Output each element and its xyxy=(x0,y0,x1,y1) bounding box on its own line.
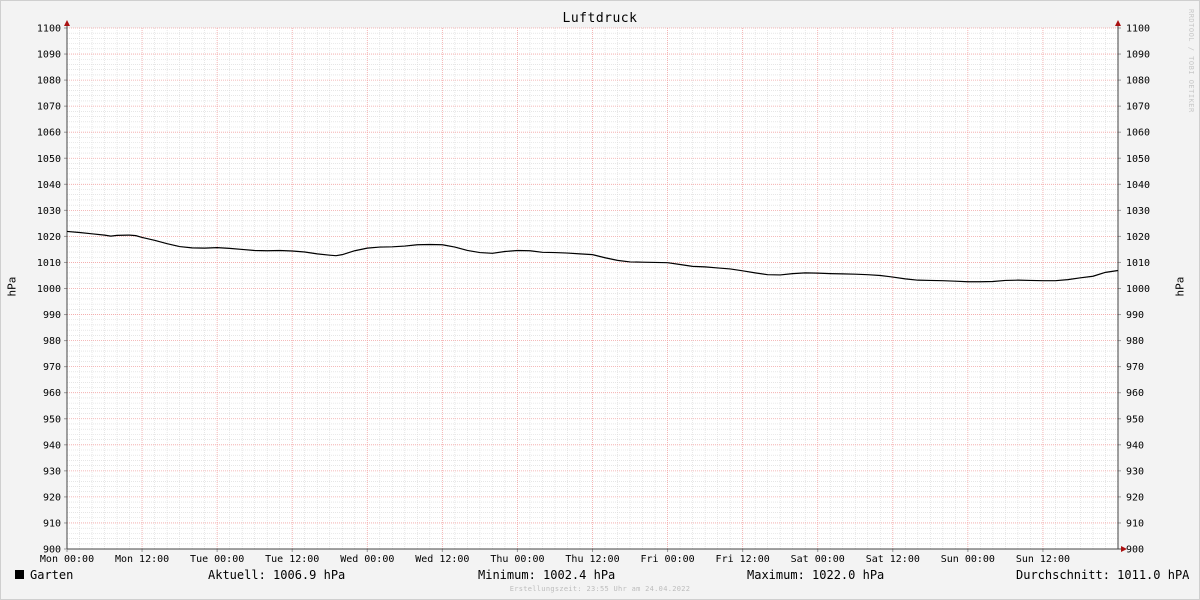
x-tick-label: Sun 12:00 xyxy=(1016,554,1070,565)
y-tick-label: 1000 xyxy=(1126,284,1150,295)
x-tick-label: Sun 00:00 xyxy=(941,554,995,565)
x-tick-label: Tue 12:00 xyxy=(265,554,319,565)
stat-maximum: Maximum: 1022.0 hPa xyxy=(747,568,885,582)
x-tick-label: Fri 12:00 xyxy=(716,554,770,565)
x-tick-labels: Mon 00:00 Mon 12:00 Tue 00:00 Tue 12:00 Wed … xyxy=(40,554,1070,565)
y-tick-label: 930 xyxy=(1126,466,1144,477)
y-tick-label: 1010 xyxy=(37,258,61,269)
chart-title: Luftdruck xyxy=(562,11,638,26)
y-tick-label: 900 xyxy=(1126,545,1144,556)
y-tick-label: 990 xyxy=(1126,310,1144,321)
y-tick-label: 1020 xyxy=(1126,232,1150,243)
y-tick-label: 950 xyxy=(1126,414,1144,425)
y-tick-label: 940 xyxy=(43,440,61,451)
y-tick-label: 1000 xyxy=(37,284,61,295)
x-tick-label: Tue 00:00 xyxy=(190,554,244,565)
x-tick-label: Mon 00:00 xyxy=(40,554,94,565)
y-tick-label: 1030 xyxy=(1126,206,1150,217)
y-tick-label: 1010 xyxy=(1126,258,1150,269)
y-tick-label: 1040 xyxy=(37,180,61,191)
y-tick-label: 960 xyxy=(1126,388,1144,399)
y-tick-label: 960 xyxy=(43,388,61,399)
x-tick-label: Fri 00:00 xyxy=(640,554,694,565)
x-tick-label: Sat 12:00 xyxy=(866,554,920,565)
x-tick-label: Mon 12:00 xyxy=(115,554,169,565)
y-tick-label: 910 xyxy=(43,518,61,529)
y-tick-label: 930 xyxy=(43,466,61,477)
y-tick-label: 980 xyxy=(43,336,61,347)
y-tick-label: 1040 xyxy=(1126,180,1150,191)
y-tick-label: 1090 xyxy=(37,50,61,61)
x-tick-label: Thu 12:00 xyxy=(565,554,619,565)
stat-average: Durchschnitt: 1011.0 hPA xyxy=(1016,568,1190,582)
y-axis-label-right: hPa xyxy=(1173,276,1187,297)
y-tick-label: 950 xyxy=(43,414,61,425)
y-tick-label: 920 xyxy=(1126,492,1144,503)
y-tick-label: 970 xyxy=(1126,362,1144,373)
footer-timestamp: Erstellungszeit: 23:55 Uhr am 24.04.2022 xyxy=(509,585,691,593)
y-tick-label: 1050 xyxy=(1126,154,1150,165)
y-tick-labels-left: 9009109209309409509609709809901000101010… xyxy=(37,24,61,556)
y-tick-label: 1060 xyxy=(37,128,61,139)
y-axis-label-left: hPa xyxy=(5,276,19,297)
stat-current: Aktuell: 1006.9 hPa xyxy=(208,568,346,582)
x-tick-label: Thu 00:00 xyxy=(490,554,544,565)
y-tick-label: 1030 xyxy=(37,206,61,217)
y-tick-labels-right: 900 910 920 930 940 950 960 970 980 990 1000 1010 10… xyxy=(1126,24,1150,556)
y-tick-label: 990 xyxy=(43,310,61,321)
y-tick-label: 1020 xyxy=(37,232,61,243)
y-tick-label: 1050 xyxy=(37,154,61,165)
y-tick-label: 980 xyxy=(1126,336,1144,347)
y-tick-label: 920 xyxy=(43,492,61,503)
legend-series-label: Garten xyxy=(30,568,74,582)
y-tick-label: 910 xyxy=(1126,518,1144,529)
y-tick-label: 1070 xyxy=(1126,102,1150,113)
legend-swatch xyxy=(15,570,24,579)
watermark-text: RRDTOOL / TOBI OETIKER xyxy=(1187,9,1195,113)
y-tick-label: 1070 xyxy=(37,102,61,113)
x-tick-label: Wed 00:00 xyxy=(340,554,394,565)
y-tick-label: 1080 xyxy=(1126,76,1150,87)
y-tick-label: 1060 xyxy=(1126,128,1150,139)
x-tick-label: Sat 00:00 xyxy=(791,554,845,565)
x-tick-label: Wed 12:00 xyxy=(415,554,469,565)
chart-canvas: 900 910 920 930 940 950 960 970 980 990 1000 1010 10… xyxy=(37,20,1150,565)
y-tick-label: 1080 xyxy=(37,76,61,87)
y-tick-label: 1090 xyxy=(1126,50,1150,61)
stat-minimum: Minimum: 1002.4 hPa xyxy=(478,568,616,582)
y-tick-label: 940 xyxy=(1126,440,1144,451)
y-tick-label: 970 xyxy=(43,362,61,373)
